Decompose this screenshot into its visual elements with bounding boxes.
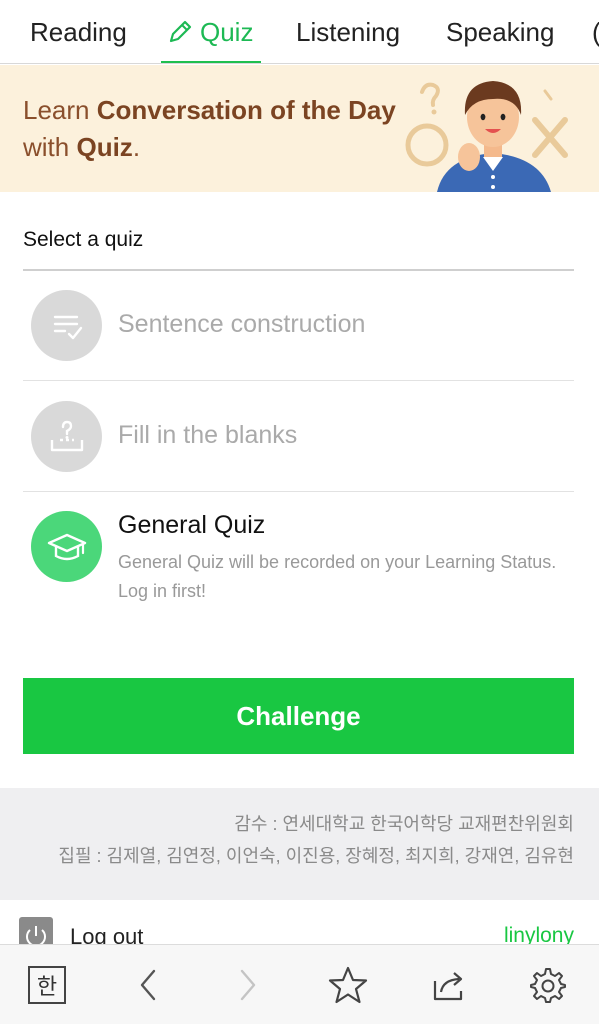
logout-row[interactable]: Log out linylony [0, 900, 599, 944]
chevron-left-icon [140, 969, 156, 1001]
quiz-fill-in-the-blanks[interactable]: Fill in the blanks [23, 381, 574, 491]
challenge-button[interactable]: Challenge [23, 678, 574, 754]
tab-speaking[interactable]: Speaking [446, 0, 555, 63]
banner-text: Learn Conversation of the Day with Quiz. [23, 95, 396, 162]
username: linylony [503, 924, 574, 944]
quiz-label: Fill in the blanks [118, 421, 298, 449]
section-title: Select a quiz [23, 228, 144, 251]
gear-icon [530, 968, 566, 1003]
fill-blanks-icon [31, 401, 102, 472]
power-icon [19, 917, 53, 944]
forward-button[interactable] [213, 945, 283, 1024]
bookmark-button[interactable] [313, 945, 383, 1024]
credit-supervision: 감수 : 연세대학교 한국어학당 교재편찬위원회 [234, 814, 574, 834]
tab-quiz[interactable]: Quiz [166, 0, 254, 63]
chevron-right-icon [240, 969, 256, 1001]
logout-label[interactable]: Log out [70, 924, 143, 944]
tab-label: Speaking [446, 16, 555, 47]
sentence-construction-icon [31, 290, 102, 361]
tab-bar: Reading Quiz Listening Speaking ( [0, 0, 599, 64]
tab-listening[interactable]: Listening [296, 0, 401, 63]
star-icon [328, 966, 368, 1004]
graduation-cap-icon [31, 511, 102, 582]
tab-label: Reading [30, 16, 127, 47]
quiz-banner: Learn Conversation of the Day with Quiz. [0, 65, 599, 192]
settings-button[interactable] [513, 945, 583, 1024]
hangul-keyboard-button[interactable]: 한 [12, 945, 82, 1024]
banner-character-illustration [405, 81, 568, 192]
pencil-icon [169, 20, 192, 43]
credits-panel: 감수 : 연세대학교 한국어학당 교재편찬위원회 집필 : 김제열, 김연정, … [0, 788, 599, 900]
login-note: Log in first! [118, 581, 207, 601]
credit-authors: 집필 : 김제열, 김연정, 이언숙, 이진용, 장혜정, 최지희, 강재연, … [58, 846, 574, 866]
quiz-label: General Quiz [118, 511, 266, 539]
tab-more-partial[interactable]: ( [592, 0, 599, 63]
tab-label: Quiz [200, 16, 254, 47]
active-tab-indicator [161, 61, 261, 63]
quiz-label: Sentence construction [118, 310, 366, 338]
quiz-description: General Quiz will be recorded on your Le… [118, 548, 558, 606]
tab-reading[interactable]: Reading [30, 0, 127, 63]
share-button[interactable] [414, 945, 484, 1024]
share-icon [433, 972, 463, 1001]
quiz-general[interactable]: General Quiz General Quiz will be record… [23, 492, 574, 652]
hangul-icon: 한 [28, 966, 66, 1004]
back-button[interactable] [113, 945, 183, 1024]
tab-label: Listening [296, 16, 401, 47]
bottom-toolbar: 한 [0, 944, 599, 1024]
quiz-sentence-construction[interactable]: Sentence construction [23, 270, 574, 380]
